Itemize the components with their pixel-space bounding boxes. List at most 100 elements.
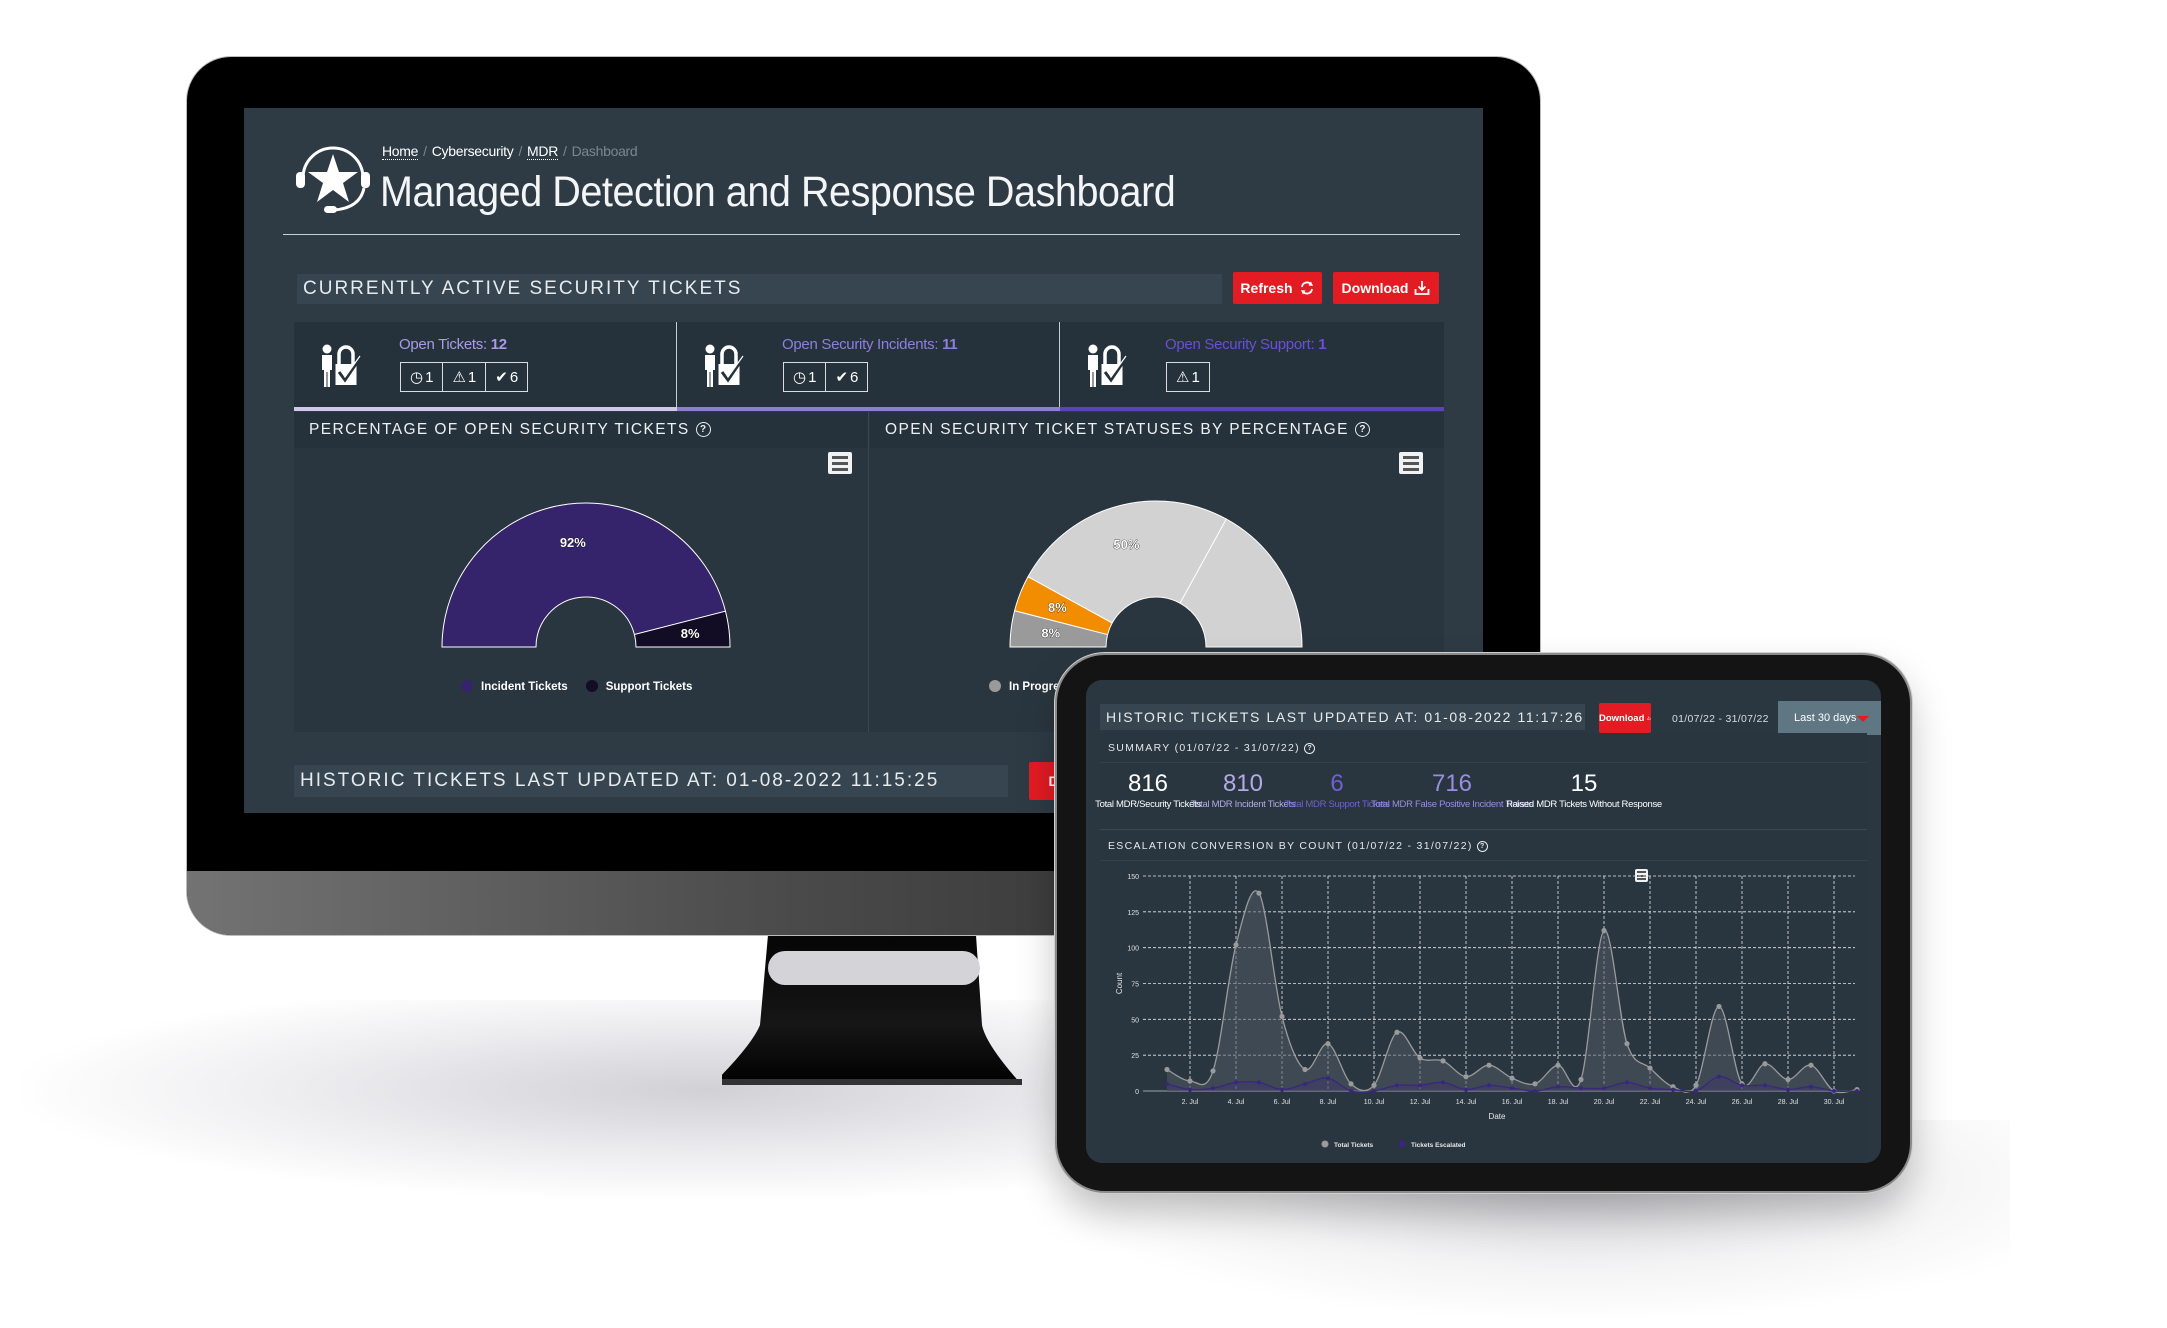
legend-item-incident[interactable]: Incident Tickets bbox=[461, 680, 568, 693]
legend-item-support[interactable]: Support Tickets bbox=[585, 680, 692, 693]
data-point[interactable] bbox=[1693, 1082, 1699, 1088]
data-point[interactable] bbox=[1463, 1074, 1469, 1080]
data-point[interactable] bbox=[1716, 1003, 1722, 1010]
data-point[interactable] bbox=[1624, 1041, 1630, 1047]
data-point[interactable] bbox=[1809, 1084, 1813, 1089]
card-open-incidents[interactable]: Open Security Incidents: 11 ◷ 1 ✔ 6 bbox=[677, 322, 1060, 411]
data-point[interactable] bbox=[1601, 927, 1607, 934]
data-point[interactable] bbox=[1257, 1080, 1261, 1085]
data-point[interactable] bbox=[1671, 1087, 1675, 1092]
data-point[interactable] bbox=[1187, 1078, 1193, 1084]
data-point[interactable] bbox=[1647, 1065, 1653, 1071]
card-accent-bar bbox=[294, 407, 677, 411]
badge-warning[interactable]: ⚠ 1 bbox=[1167, 363, 1209, 391]
data-point[interactable] bbox=[1855, 1089, 1859, 1093]
data-point[interactable] bbox=[1234, 1080, 1238, 1085]
help-icon[interactable]: ? bbox=[695, 422, 711, 438]
data-point[interactable] bbox=[1509, 1075, 1515, 1081]
data-point[interactable] bbox=[1648, 1086, 1652, 1091]
data-point[interactable] bbox=[1808, 1062, 1814, 1068]
badge-value: 1 bbox=[808, 368, 817, 386]
legend-label[interactable]: Total Tickets bbox=[1334, 1142, 1374, 1149]
data-point[interactable] bbox=[1349, 1089, 1353, 1093]
range-select[interactable]: Last 30 days bbox=[1778, 701, 1881, 735]
data-point[interactable] bbox=[1532, 1081, 1538, 1087]
panel-title: PERCENTAGE OF OPEN SECURITY TICKETS bbox=[309, 421, 690, 438]
data-point[interactable] bbox=[1394, 1029, 1400, 1035]
check-circle-icon: ✔ bbox=[495, 369, 508, 386]
data-point[interactable] bbox=[1418, 1083, 1422, 1088]
badge-resolved[interactable]: ✔ 6 bbox=[826, 363, 867, 391]
data-point[interactable] bbox=[1578, 1076, 1584, 1083]
tablet-download-button[interactable]: Download bbox=[1599, 703, 1651, 733]
data-point[interactable] bbox=[1371, 1082, 1377, 1088]
data-point[interactable] bbox=[1533, 1089, 1537, 1093]
data-point[interactable] bbox=[1763, 1083, 1767, 1088]
help-icon[interactable]: ? bbox=[1303, 742, 1315, 754]
badge-pending[interactable]: ◷ 1 bbox=[401, 363, 444, 391]
download-button[interactable]: Download bbox=[1333, 272, 1439, 304]
data-point[interactable] bbox=[1233, 942, 1239, 948]
data-point[interactable] bbox=[1279, 1013, 1285, 1020]
data-point[interactable] bbox=[1256, 890, 1262, 896]
refresh-button[interactable]: Refresh bbox=[1233, 272, 1322, 304]
gauge-data-label: 8% bbox=[1048, 600, 1067, 615]
data-point[interactable] bbox=[1164, 1066, 1170, 1073]
data-point[interactable] bbox=[1556, 1084, 1560, 1089]
tablet-screen: HISTORIC TICKETS LAST UPDATED AT: 01-08-… bbox=[1086, 680, 1881, 1163]
data-point[interactable] bbox=[1210, 1068, 1216, 1074]
data-point[interactable] bbox=[1417, 1055, 1423, 1061]
escalation-chart-header: ESCALATION CONVERSION BY COUNT (01/07/22… bbox=[1100, 831, 1867, 861]
breadcrumb-cybersecurity[interactable]: Cybersecurity bbox=[432, 143, 514, 159]
refresh-label: Refresh bbox=[1240, 280, 1293, 296]
data-point[interactable] bbox=[1348, 1081, 1354, 1087]
data-point[interactable] bbox=[1302, 1066, 1308, 1073]
data-point[interactable] bbox=[1785, 1076, 1791, 1083]
legend-dot bbox=[1321, 1140, 1329, 1148]
y-tick-label: 50 bbox=[1131, 1017, 1139, 1024]
data-point[interactable] bbox=[1326, 1076, 1330, 1081]
badge-resolved[interactable]: ✔ 6 bbox=[486, 363, 527, 391]
date-range-text: 01/07/22 - 31/07/22 bbox=[1672, 713, 1769, 725]
breadcrumb-home[interactable]: Home bbox=[382, 143, 418, 160]
card-open-support[interactable]: Open Security Support: 1 ⚠ 1 bbox=[1060, 322, 1444, 411]
data-point[interactable] bbox=[1325, 1041, 1331, 1047]
data-point[interactable] bbox=[1486, 1062, 1492, 1068]
data-point[interactable] bbox=[1165, 1081, 1169, 1086]
data-point[interactable] bbox=[1303, 1081, 1307, 1086]
badge-pending[interactable]: ◷ 1 bbox=[784, 363, 827, 391]
data-point[interactable] bbox=[1188, 1087, 1192, 1092]
data-point[interactable] bbox=[1555, 1062, 1561, 1068]
data-point[interactable] bbox=[1211, 1086, 1215, 1091]
data-point[interactable] bbox=[1280, 1087, 1284, 1092]
data-point[interactable] bbox=[1786, 1087, 1790, 1092]
data-point[interactable] bbox=[1717, 1074, 1721, 1079]
warning-icon: ⚠ bbox=[452, 369, 466, 386]
data-point[interactable] bbox=[1395, 1083, 1399, 1088]
data-point[interactable] bbox=[1602, 1086, 1606, 1091]
help-icon[interactable]: ? bbox=[1354, 422, 1370, 438]
data-point[interactable] bbox=[1441, 1080, 1445, 1085]
data-point[interactable] bbox=[1440, 1058, 1446, 1064]
data-point[interactable] bbox=[1762, 1061, 1768, 1067]
badge-value: 1 bbox=[467, 368, 477, 386]
badge-warning[interactable]: ⚠ 1 bbox=[443, 363, 487, 391]
data-point[interactable] bbox=[1740, 1083, 1744, 1088]
breadcrumb-mdr[interactable]: MDR bbox=[527, 143, 558, 160]
historic-tickets-header: HISTORIC TICKETS LAST UPDATED AT: 01-08-… bbox=[1100, 704, 1585, 730]
help-icon[interactable]: ? bbox=[1476, 840, 1488, 852]
data-point[interactable] bbox=[1510, 1086, 1514, 1091]
legend-label[interactable]: Tickets Escalated bbox=[1411, 1142, 1465, 1149]
data-point[interactable] bbox=[1464, 1087, 1468, 1092]
badge-value: 1 bbox=[1191, 368, 1200, 386]
y-tick-label: 100 bbox=[1127, 946, 1139, 953]
data-point[interactable] bbox=[1694, 1089, 1698, 1093]
data-point[interactable] bbox=[1372, 1089, 1376, 1093]
data-point[interactable] bbox=[1579, 1086, 1583, 1091]
y-tick-label: 25 bbox=[1131, 1053, 1139, 1060]
x-tick-label: 14. Jul bbox=[1456, 1099, 1477, 1106]
data-point[interactable] bbox=[1832, 1089, 1836, 1093]
data-point[interactable] bbox=[1487, 1083, 1491, 1088]
data-point[interactable] bbox=[1625, 1080, 1629, 1085]
card-open-tickets[interactable]: Open Tickets: 12 ◷ 1 ⚠ 1 ✔ 6 bbox=[294, 322, 677, 411]
